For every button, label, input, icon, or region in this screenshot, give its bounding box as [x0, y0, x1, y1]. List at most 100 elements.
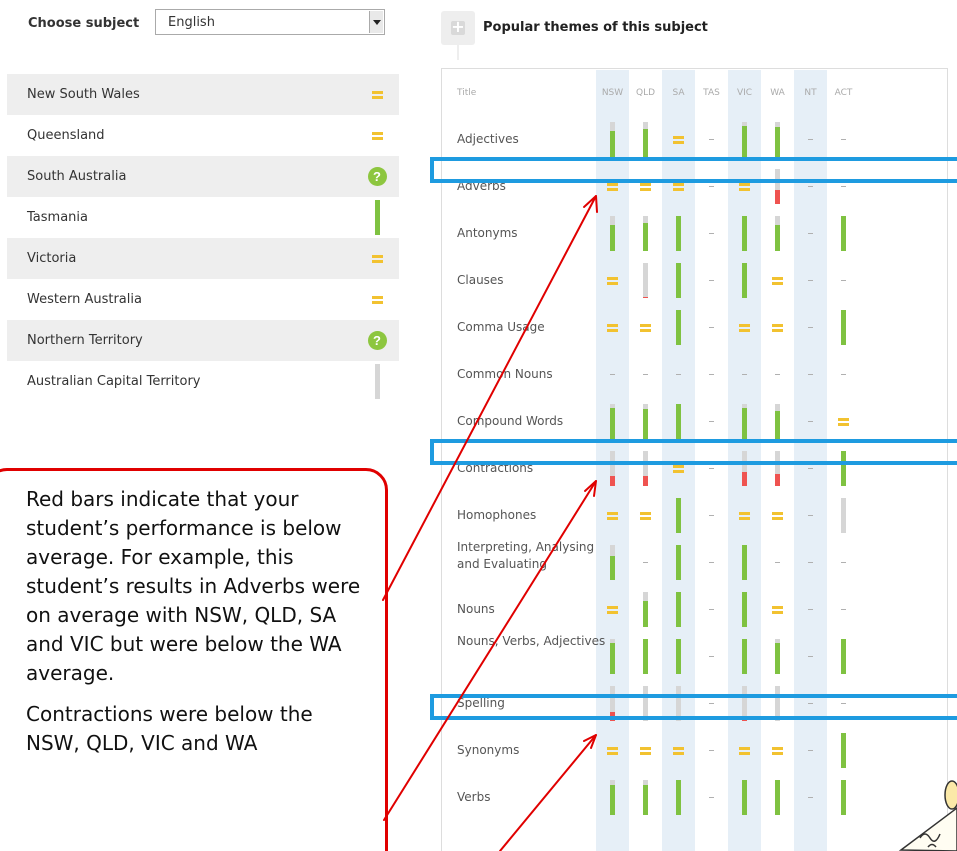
score-bar — [827, 727, 860, 774]
table-row[interactable]: Comma Usage — [442, 304, 947, 351]
table-row[interactable]: Verbs — [442, 774, 947, 821]
equal-icon — [728, 304, 761, 351]
score-bar — [827, 210, 860, 257]
table-row[interactable]: Nouns, Verbs, Adjectives — [442, 633, 947, 680]
dash-icon — [794, 727, 827, 774]
equal-icon — [827, 398, 860, 445]
dash-icon — [695, 492, 728, 539]
score-bar — [596, 116, 629, 163]
state-name: Western Australia — [27, 292, 142, 307]
callout-paragraph-2: Contractions were below the NSW, QLD, VI… — [26, 702, 313, 755]
score-bar — [662, 304, 695, 351]
equal-icon — [596, 727, 629, 774]
state-item[interactable]: Northern Territory? — [7, 320, 399, 361]
equal-icon — [761, 492, 794, 539]
table-row[interactable]: Synonyms — [442, 727, 947, 774]
state-item[interactable]: Queensland — [7, 115, 399, 156]
table-row[interactable]: Clauses — [442, 257, 947, 304]
dash-icon — [629, 539, 662, 586]
score-bar — [629, 586, 662, 633]
state-name: South Australia — [27, 169, 127, 184]
equal-icon — [367, 74, 387, 115]
question-circle-icon: ? — [367, 320, 387, 361]
theme-title: Nouns — [457, 602, 495, 616]
score-bar — [596, 210, 629, 257]
equal-icon — [629, 727, 662, 774]
question-circle-icon: ? — [367, 156, 387, 197]
score-bar — [596, 398, 629, 445]
table-row[interactable]: Adjectives — [442, 116, 947, 163]
dash-icon — [827, 257, 860, 304]
dash-icon — [794, 492, 827, 539]
table-row[interactable]: Interpreting, Analysing and Evaluating — [442, 539, 947, 586]
dash-icon — [695, 633, 728, 680]
score-bar — [662, 492, 695, 539]
callout-paragraph-1: Red bars indicate that your student’s pe… — [26, 487, 361, 685]
dash-icon — [695, 398, 728, 445]
chevron-down-icon[interactable] — [369, 11, 383, 33]
equal-icon — [367, 279, 387, 320]
column-header-title: Title — [457, 87, 477, 98]
dash-icon — [761, 539, 794, 586]
state-item[interactable]: South Australia? — [7, 156, 399, 197]
dash-icon — [794, 304, 827, 351]
table-row[interactable]: Nouns — [442, 586, 947, 633]
dash-icon — [695, 257, 728, 304]
themes-panel-title: Popular themes of this subject — [483, 20, 708, 35]
score-bar — [662, 633, 695, 680]
dash-icon — [827, 116, 860, 163]
score-bar — [728, 539, 761, 586]
theme-title: Synonyms — [457, 743, 520, 757]
dash-icon — [794, 257, 827, 304]
score-bar — [662, 398, 695, 445]
dash-icon — [794, 351, 827, 398]
table-row[interactable]: Compound Words — [442, 398, 947, 445]
dash-icon — [695, 727, 728, 774]
state-item[interactable]: Tasmania — [7, 197, 399, 238]
equal-icon — [596, 304, 629, 351]
score-bar — [367, 361, 387, 402]
score-bar — [629, 774, 662, 821]
dash-icon — [695, 774, 728, 821]
equal-icon — [761, 257, 794, 304]
dash-icon — [794, 586, 827, 633]
dash-icon — [794, 774, 827, 821]
equal-icon — [728, 727, 761, 774]
score-bar — [728, 774, 761, 821]
equal-icon — [662, 116, 695, 163]
dash-icon — [695, 586, 728, 633]
theme-title: Adjectives — [457, 132, 519, 146]
score-bar — [629, 633, 662, 680]
column-header: SA — [672, 87, 685, 98]
theme-title: Nouns, Verbs, Adjectives — [457, 634, 606, 648]
equal-icon — [367, 238, 387, 279]
table-row[interactable]: Common Nouns — [442, 351, 947, 398]
theme-title: Clauses — [457, 273, 504, 287]
score-bar — [761, 116, 794, 163]
table-row[interactable]: Antonyms — [442, 210, 947, 257]
column-header: VIC — [736, 87, 753, 98]
state-item[interactable]: Australian Capital Territory — [7, 361, 399, 402]
score-bar — [827, 304, 860, 351]
column-header: WA — [770, 87, 785, 98]
state-item[interactable]: Western Australia — [7, 279, 399, 320]
score-bar — [728, 210, 761, 257]
dash-icon — [827, 539, 860, 586]
highlight-contractions-row — [430, 439, 957, 465]
dash-icon — [596, 351, 629, 398]
subject-select[interactable]: English — [155, 9, 385, 35]
score-bar — [596, 633, 629, 680]
dash-icon — [794, 633, 827, 680]
column-header: ACT — [834, 87, 853, 98]
score-bar — [367, 197, 387, 238]
annotation-callout: Red bars indicate that your student’s pe… — [0, 468, 388, 851]
dash-icon — [695, 351, 728, 398]
theme-title: Comma Usage — [457, 320, 545, 334]
state-item[interactable]: New South Wales — [7, 74, 399, 115]
column-header: QLD — [635, 87, 656, 98]
equal-icon — [596, 492, 629, 539]
dash-icon — [827, 351, 860, 398]
table-row[interactable]: Homophones — [442, 492, 947, 539]
score-bar — [662, 586, 695, 633]
state-item[interactable]: Victoria — [7, 238, 399, 279]
